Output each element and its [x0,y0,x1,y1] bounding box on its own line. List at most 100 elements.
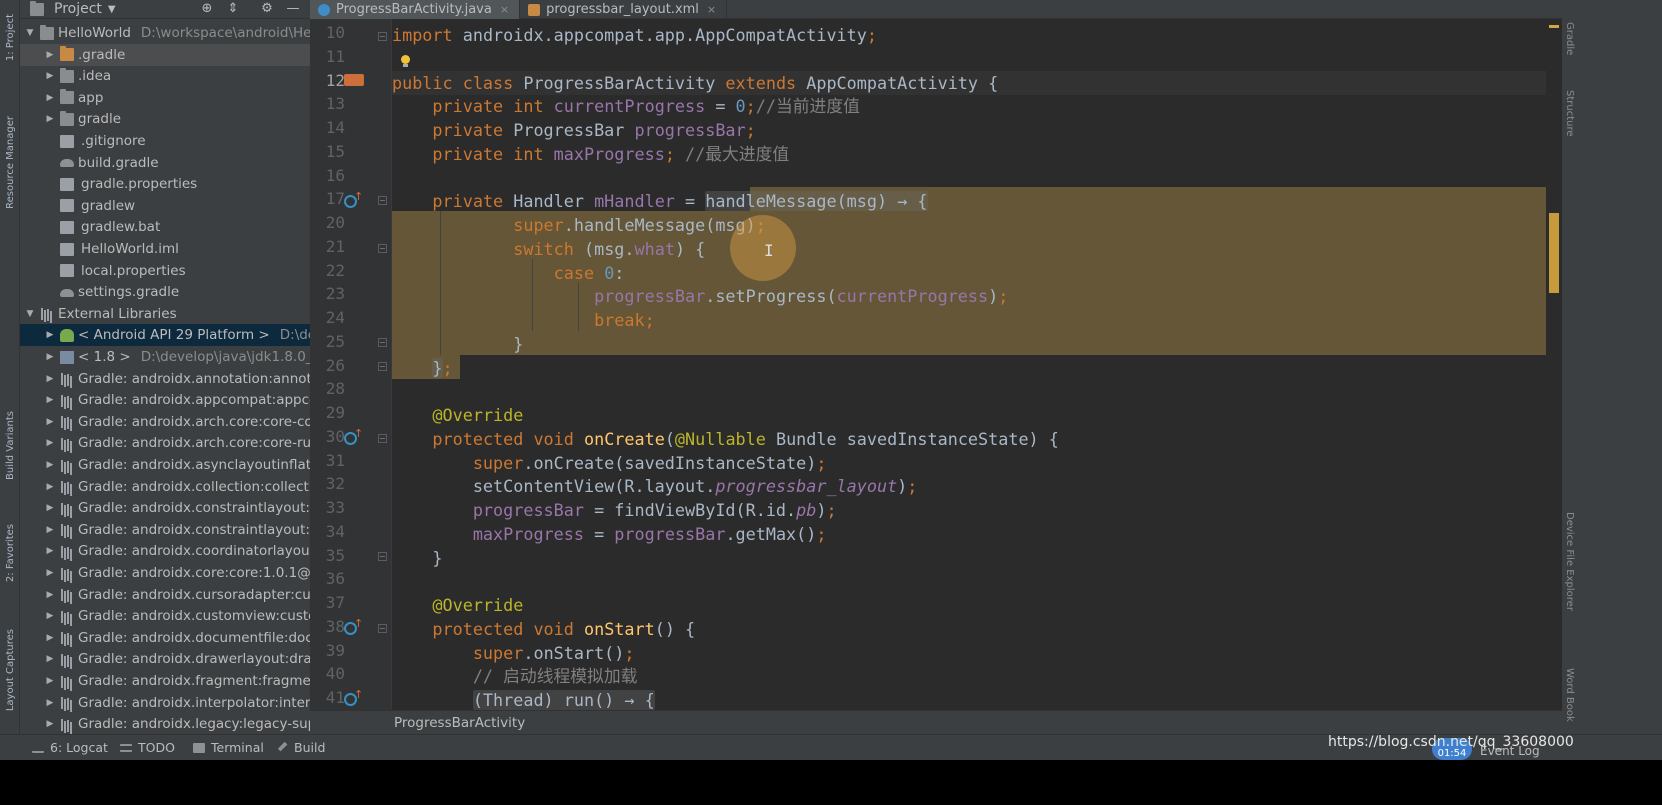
project-panel-title[interactable]: Project [54,1,102,17]
chevron-right-icon[interactable]: ▶ [44,719,56,729]
todo-button[interactable]: TODO [120,740,175,755]
tree-item[interactable]: gradlew.bat [20,216,310,238]
fold-marker[interactable] [378,624,387,633]
gradle-tab[interactable]: Gradle [1564,22,1575,55]
chevron-right-icon[interactable]: ▶ [44,417,56,427]
favorites-tab[interactable]: 2: Favorites [0,514,20,592]
code-line[interactable]: (Thread) run() → { [392,688,655,710]
fold-marker[interactable] [378,32,387,41]
tree-item[interactable]: ▶ .gradle [20,43,310,66]
code-line[interactable]: break; [392,308,655,332]
build-variants-tab[interactable]: Build Variants [0,400,20,490]
tree-item[interactable]: ▶ Gradle: androidx.constraintlayout:cor [20,497,310,519]
tree-item[interactable]: ▶ Gradle: androidx.arch.core:core-com [20,411,310,433]
tree-item[interactable]: ▶ Gradle: androidx.core:core:1.0.1@aar [20,562,310,584]
code-line[interactable]: private int currentProgress = 0;//当前进度值 [392,94,859,118]
chevron-right-icon[interactable]: ▶ [44,330,56,340]
code-line[interactable]: }; [392,356,453,380]
code-line[interactable]: @Override [392,403,523,427]
chevron-right-icon[interactable]: ▶ [44,71,56,81]
chevron-down-icon[interactable]: ▼ [24,309,36,319]
code-line[interactable]: private ProgressBar progressBar; [392,118,755,142]
chevron-right-icon[interactable]: ▶ [44,50,56,60]
tree-item[interactable]: ▶< Android API 29 Platform >D:\dev [20,324,310,347]
word-book-tab[interactable]: Word Book [1564,668,1575,722]
code-line[interactable]: case 0: [392,261,625,285]
code-line[interactable]: @Override [392,593,523,617]
chevron-down-icon[interactable]: ▼ [24,28,36,38]
layout-captures-tab[interactable]: Layout Captures [0,618,20,722]
fold-marker[interactable] [378,434,387,443]
resource-manager-tab[interactable]: Resource Manager [0,106,20,218]
chevron-right-icon[interactable]: ▶ [44,114,56,124]
close-icon[interactable]: × [707,3,716,16]
code-line[interactable]: protected void onCreate(@Nullable Bundle… [392,427,1058,451]
tree-item[interactable]: ▶ Gradle: androidx.appcompat:appcom [20,389,310,411]
code-line[interactable]: protected void onStart() { [392,617,695,641]
tree-item[interactable]: build.gradle [20,152,310,174]
tree-item[interactable]: ▶ Gradle: androidx.coordinatorlayout:c [20,540,310,562]
editor-scrollbar[interactable] [1546,19,1562,710]
code-line[interactable]: progressBar.setProgress(currentProgress)… [392,284,1008,308]
tab-progressbaractivity-java[interactable]: ProgressBarActivity.java × [310,0,521,19]
override-marker-icon[interactable] [344,688,363,706]
tree-item[interactable]: HelloWorld.iml [20,238,310,260]
tree-item[interactable]: ▶ app [20,87,310,109]
lightbulb-icon[interactable] [400,55,411,69]
tree-item[interactable]: ▶ Gradle: androidx.fragment:fragment: [20,670,310,692]
tree-item[interactable]: ▶ < 1.8 > D:\develop\java\jdk1.8.0_22 [20,346,310,368]
tree-item[interactable]: ▼ HelloWorld D:\workspace\android\Hel [20,22,310,44]
tree-item[interactable]: ▶ Gradle: androidx.asynclayoutinflater: [20,454,310,476]
override-marker-icon[interactable] [344,617,363,635]
tree-item[interactable]: ▶ Gradle: androidx.interpolator:interpo [20,692,310,714]
tree-item[interactable]: ▶ Gradle: androidx.customview:custom [20,605,310,627]
terminal-button[interactable]: Terminal [193,740,264,755]
tree-item[interactable]: ▶ Gradle: androidx.legacy:legacy-suppo [20,713,310,735]
code-line[interactable]: } [392,332,523,356]
tree-item[interactable]: ▼ External Libraries [20,303,310,325]
fold-marker[interactable] [378,338,387,347]
code-line[interactable]: private Handler mHandler = handleMessage… [392,189,928,213]
code-line[interactable]: maxProgress = progressBar.getMax(); [392,522,827,546]
warning-stripe[interactable] [1549,25,1559,28]
structure-tab[interactable]: Structure [1564,90,1575,137]
code-line[interactable]: public class ProgressBarActivity extends… [392,71,998,95]
device-file-explorer-tab[interactable]: Device File Explorer [1564,512,1575,611]
code-line[interactable]: switch (msg.what) { [392,237,705,261]
hide-icon[interactable]: — [286,2,300,16]
tree-item[interactable]: ▶ Gradle: androidx.collection:collection [20,476,310,498]
tree-item[interactable]: gradle.properties [20,173,310,195]
fold-marker[interactable] [378,244,387,253]
gear-icon[interactable]: ⚙ [260,2,274,16]
tree-item[interactable]: ▶ .idea [20,65,310,87]
tree-item[interactable]: ▶ Gradle: androidx.cursoradapter:curso [20,584,310,606]
chevron-right-icon[interactable]: ▶ [44,546,56,556]
code-line[interactable]: // 启动线程模拟加载 [392,664,638,688]
tree-item[interactable]: .gitignore [20,130,310,152]
chevron-right-icon[interactable]: ▶ [44,611,56,621]
chevron-right-icon[interactable]: ▶ [44,395,56,405]
collapse-all-icon[interactable]: ⇕ [226,2,240,16]
tree-item[interactable]: settings.gradle [20,281,310,303]
code-line[interactable]: private int maxProgress; //最大进度值 [392,142,789,166]
scroll-thumb[interactable] [1549,213,1559,293]
chevron-right-icon[interactable]: ▶ [44,93,56,103]
code-line[interactable]: super.handleMessage(msg); [392,213,766,237]
tree-item[interactable]: ▶ Gradle: androidx.documentfile:docur [20,627,310,649]
chevron-right-icon[interactable]: ▶ [44,352,56,362]
project-tool-tab[interactable]: 1: Project [0,6,20,70]
chevron-right-icon[interactable]: ▶ [44,590,56,600]
chevron-right-icon[interactable]: ▶ [44,503,56,513]
code-line[interactable]: } [392,546,442,570]
breadcrumb[interactable]: ProgressBarActivity [310,710,1562,734]
code-editor[interactable]: import androidx.appcompat.app.AppCompatA… [392,19,1562,710]
tab-progressbar-layout-xml[interactable]: progressbar_layout.xml × [520,0,728,19]
close-icon[interactable]: × [500,3,509,16]
override-marker-icon[interactable] [344,190,363,208]
fold-marker[interactable] [378,552,387,561]
chevron-right-icon[interactable]: ▶ [44,676,56,686]
code-line[interactable]: super.onStart(); [392,641,635,665]
chevron-down-icon[interactable]: ▼ [108,4,116,15]
chevron-right-icon[interactable]: ▶ [44,460,56,470]
tree-item[interactable]: ▶ Gradle: androidx.drawerlayout:drawe [20,648,310,670]
